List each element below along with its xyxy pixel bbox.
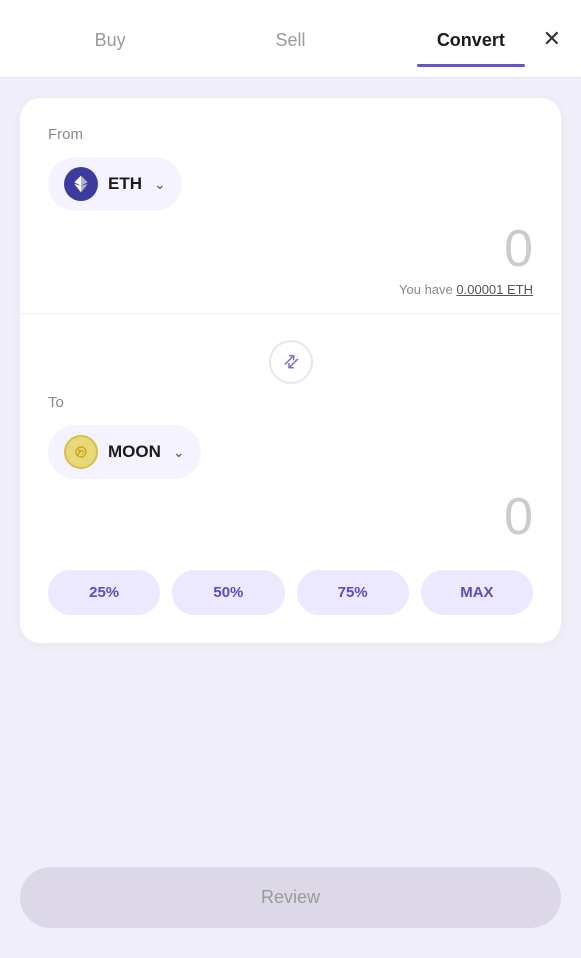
from-token-selector[interactable]: ETH ⌄ — [48, 157, 182, 211]
from-label: From — [48, 126, 533, 143]
percent-25-button[interactable]: 25% — [48, 570, 160, 615]
review-button[interactable]: Review — [20, 867, 561, 928]
percent-50-button[interactable]: 50% — [172, 570, 284, 615]
swap-button[interactable]: ⇅ — [269, 340, 313, 384]
from-amount: 0 — [48, 221, 533, 278]
from-balance-value[interactable]: 0.00001 ETH — [456, 282, 533, 297]
percent-buttons-group: 25% 50% 75% MAX — [48, 570, 533, 615]
from-balance: You have 0.00001 ETH — [48, 282, 533, 297]
from-token-name: ETH — [108, 174, 142, 194]
to-token-selector[interactable]: MOON ⌄ — [48, 425, 201, 479]
percent-75-button[interactable]: 75% — [297, 570, 409, 615]
to-amount: 0 — [48, 489, 533, 546]
from-chevron-icon: ⌄ — [154, 176, 166, 193]
section-divider — [20, 313, 561, 314]
tab-buy[interactable]: Buy — [20, 10, 200, 67]
to-label: To — [48, 394, 533, 411]
swap-arrows-icon: ⇅ — [278, 349, 304, 375]
swap-divider: ⇅ — [48, 330, 533, 394]
to-token-name: MOON — [108, 442, 161, 462]
percent-max-button[interactable]: MAX — [421, 570, 533, 615]
eth-icon — [64, 167, 98, 201]
to-chevron-icon: ⌄ — [173, 444, 185, 461]
from-section: From ETH ⌄ 0 You have 0.00001 ETH — [48, 126, 533, 297]
tab-bar: Buy Sell Convert ✕ — [0, 0, 581, 78]
tab-convert[interactable]: Convert — [381, 10, 561, 67]
tab-sell[interactable]: Sell — [200, 10, 380, 67]
convert-card: From ETH ⌄ 0 You have 0.00001 ETH — [20, 98, 561, 643]
main-content: From ETH ⌄ 0 You have 0.00001 ETH — [0, 78, 581, 643]
close-button[interactable]: ✕ — [543, 28, 561, 50]
moon-coin-icon — [64, 435, 98, 469]
review-section: Review — [0, 847, 581, 958]
to-section: To MOON ⌄ 0 — [48, 394, 533, 546]
